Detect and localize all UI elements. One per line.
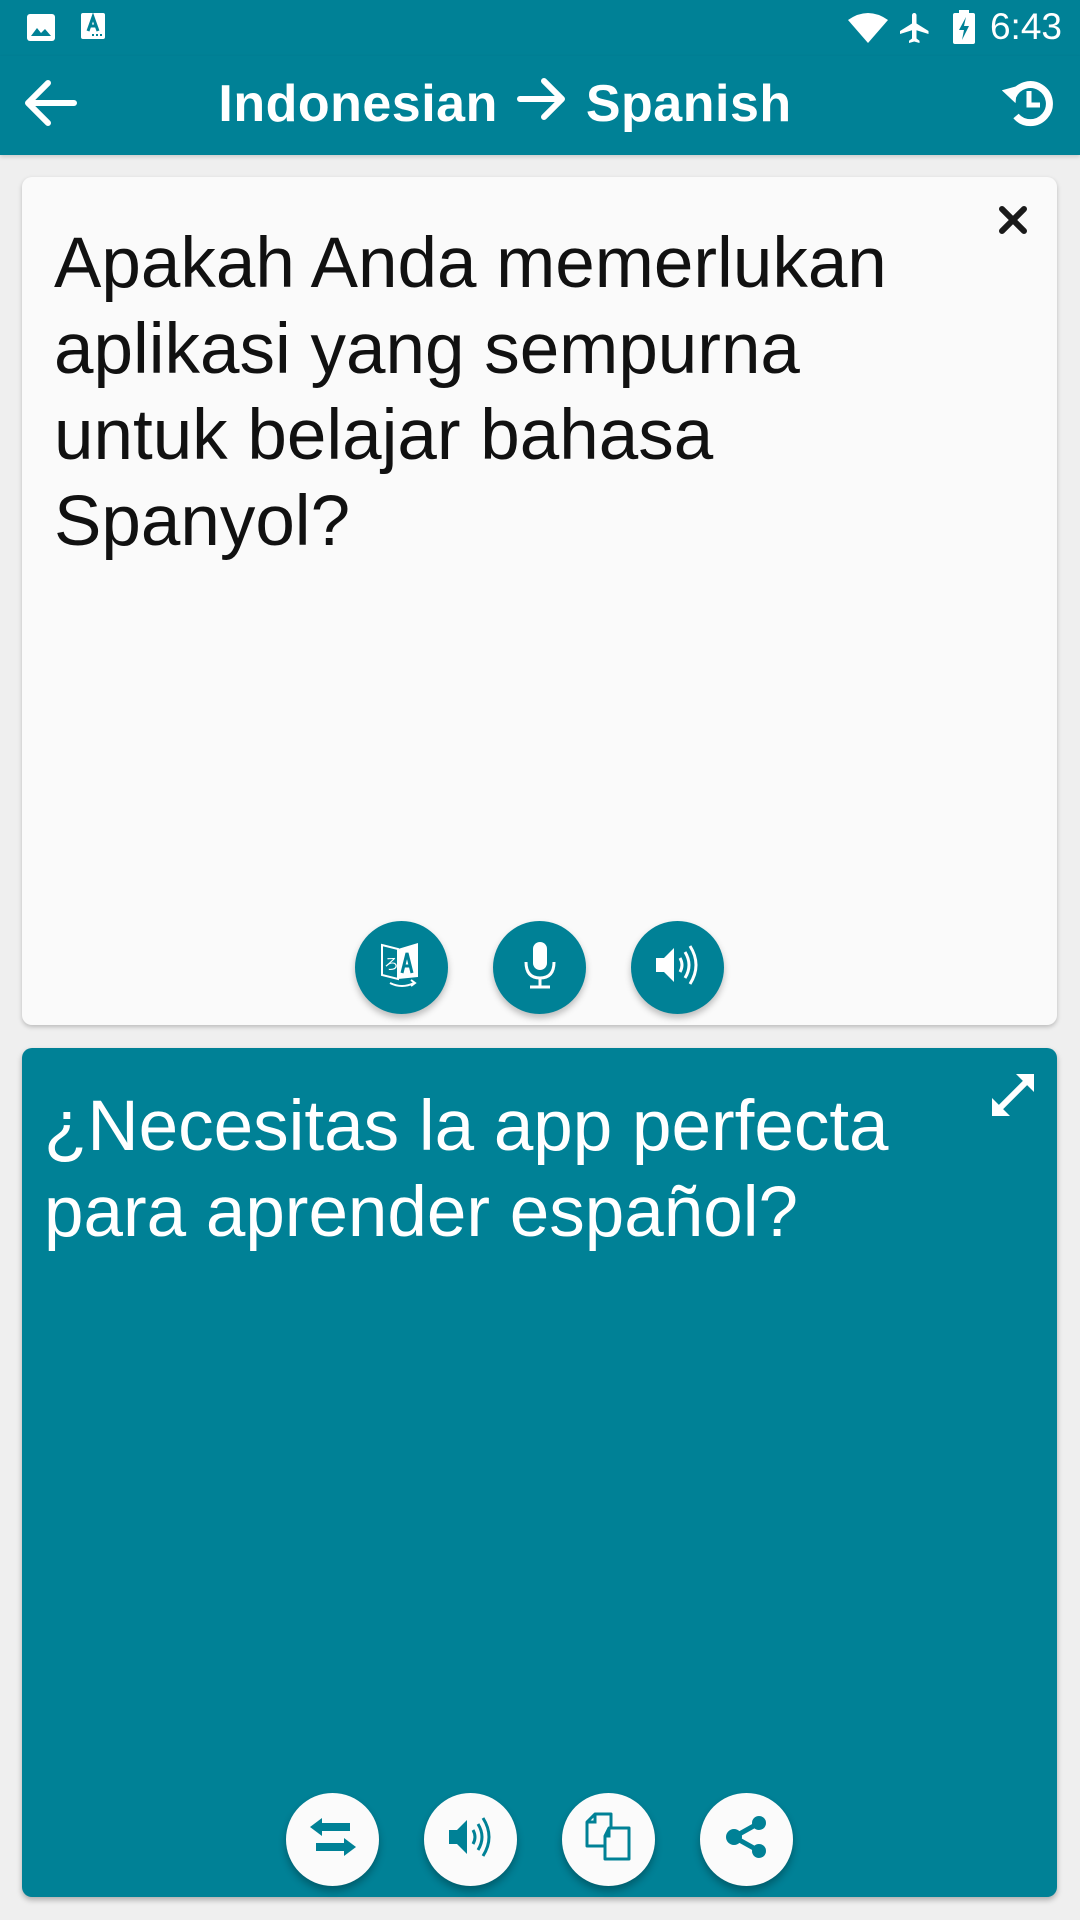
history-icon <box>1001 76 1056 135</box>
microphone-icon <box>522 940 558 995</box>
image-notification-icon <box>26 12 56 47</box>
output-card: ¿Necesitas la app perfecta para aprender… <box>22 1048 1057 1897</box>
microphone-button[interactable] <box>493 921 586 1014</box>
target-language[interactable]: Spanish <box>586 74 792 134</box>
battery-charging-icon <box>952 10 976 49</box>
speak-input-button[interactable] <box>631 921 724 1014</box>
speak-output-button[interactable] <box>424 1793 517 1886</box>
speaker-icon <box>654 942 702 993</box>
swap-languages-button[interactable] <box>286 1793 379 1886</box>
expand-button[interactable] <box>982 1066 1044 1128</box>
copy-button[interactable] <box>562 1793 655 1886</box>
app-bar: Indonesian Spanish <box>0 56 1080 155</box>
input-text[interactable]: Apakah Anda memerlukan aplikasi yang sem… <box>54 221 954 565</box>
share-icon <box>725 1815 769 1864</box>
speaker-icon <box>447 1814 495 1865</box>
expand-icon <box>988 1070 1038 1125</box>
input-card[interactable]: Apakah Anda memerlukan aplikasi yang sem… <box>22 177 1057 1025</box>
translated-text: ¿Necesitas la app perfecta para aprender… <box>44 1087 889 1252</box>
swap-icon <box>308 1817 358 1862</box>
svg-text:ろ: ろ <box>384 955 399 973</box>
status-bar: 6:43 <box>0 0 1080 56</box>
airplane-mode-icon <box>897 10 933 51</box>
history-button[interactable] <box>990 66 1068 144</box>
share-button[interactable] <box>700 1793 793 1886</box>
translate-icon: ろ <box>378 939 426 996</box>
source-language[interactable]: Indonesian <box>218 74 497 134</box>
copy-icon <box>585 1812 633 1867</box>
translate-notification-icon <box>81 12 105 45</box>
clock: 6:43 <box>989 6 1062 47</box>
arrow-right-icon <box>516 74 568 134</box>
wifi-icon <box>848 12 888 49</box>
close-icon <box>998 205 1028 240</box>
language-pair-title[interactable]: Indonesian Spanish <box>0 74 1080 134</box>
translate-button[interactable]: ろ <box>355 921 448 1014</box>
clear-input-button[interactable] <box>988 197 1038 247</box>
